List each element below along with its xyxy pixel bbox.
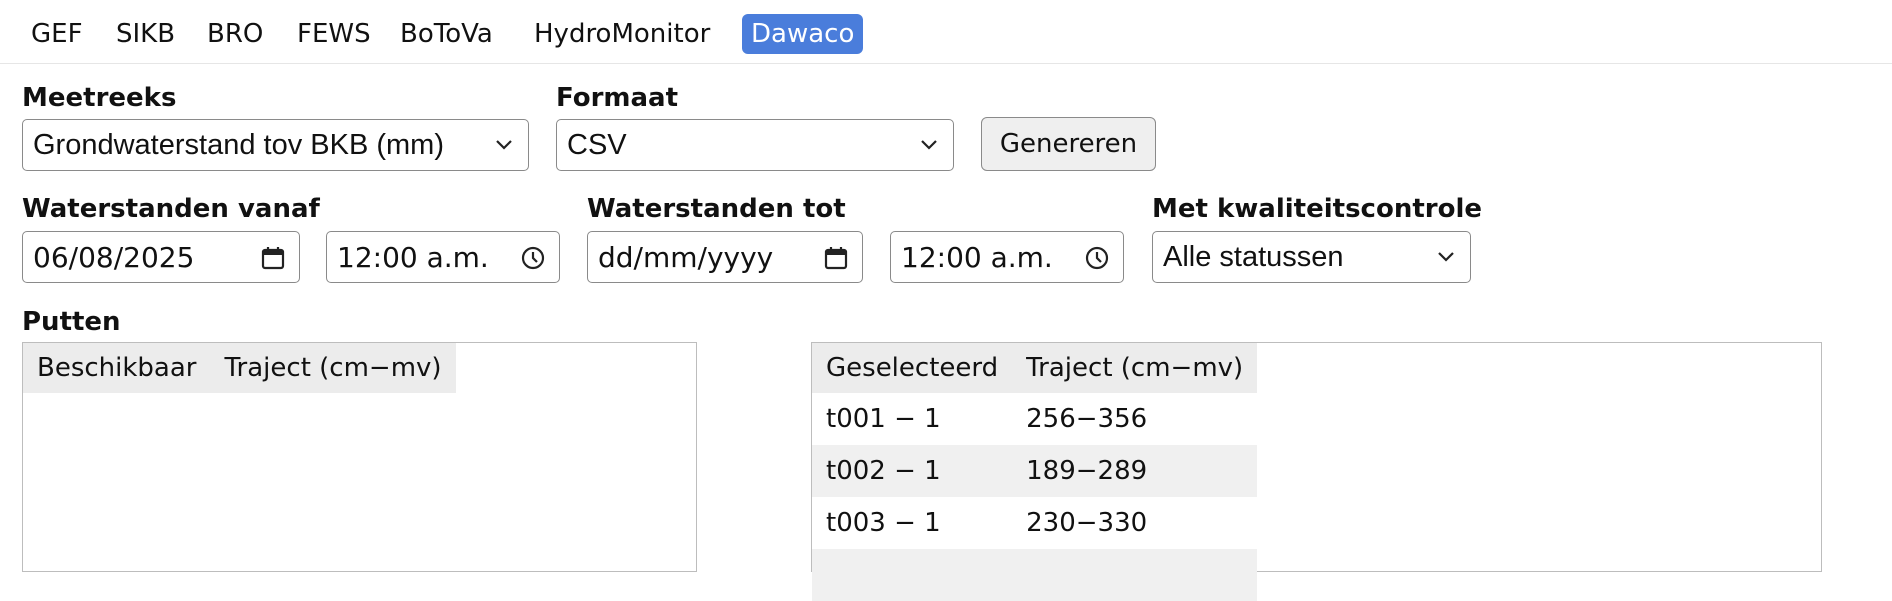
formaat-select[interactable]: CSV	[556, 119, 954, 171]
tot-label: Waterstanden tot	[587, 194, 846, 224]
formaat-label: Formaat	[556, 83, 679, 113]
selected-wells-table: Geselecteerd Traject (cm−mv) t001 − 1 25…	[812, 343, 1258, 601]
tab-bro[interactable]: BRO	[198, 14, 272, 54]
tot-date-input[interactable]: dd/mm/yyyy	[587, 231, 863, 283]
well-name	[812, 549, 1013, 601]
column-header-traject[interactable]: Traject (cm−mv)	[1012, 343, 1258, 393]
meetreeks-select[interactable]: Grondwaterstand tov BKB (mm)	[22, 119, 529, 171]
column-header-geselecteerd[interactable]: Geselecteerd	[812, 343, 1013, 393]
chevron-down-icon	[1438, 252, 1454, 262]
table-row[interactable]: t003 − 1 230−330	[812, 497, 1257, 549]
table-row[interactable]: t001 − 1 256−356	[812, 393, 1257, 445]
tab-fews[interactable]: FEWS	[288, 14, 380, 54]
table-row[interactable]	[812, 549, 1258, 601]
vanaf-time-value: 12:00 a.m.	[337, 240, 489, 274]
tab-sikb[interactable]: SIKB	[107, 14, 184, 54]
formaat-value: CSV	[567, 128, 627, 161]
kwaliteit-value: Alle statussen	[1163, 240, 1344, 273]
meetreeks-value: Grondwaterstand tov BKB (mm)	[33, 128, 444, 161]
table-header-row: Beschikbaar Traject (cm−mv)	[23, 343, 456, 393]
tab-gef[interactable]: GEF	[22, 14, 92, 54]
meetreeks-label: Meetreeks	[22, 83, 177, 113]
generate-button[interactable]: Genereren	[981, 117, 1156, 171]
table-row[interactable]: t002 − 1 189−289	[812, 445, 1258, 497]
tab-hydromonitor[interactable]: HydroMonitor	[525, 14, 719, 54]
chevron-down-icon	[921, 140, 937, 150]
putten-title: Putten	[22, 307, 121, 337]
column-header-traject[interactable]: Traject (cm−mv)	[210, 343, 456, 393]
column-header-beschikbaar[interactable]: Beschikbaar	[23, 343, 211, 393]
tab-botova[interactable]: BoToVa	[391, 14, 502, 54]
kwaliteit-label: Met kwaliteitscontrole	[1152, 194, 1482, 224]
well-traject: 230−330	[1026, 508, 1148, 538]
tot-time-value: 12:00 a.m.	[901, 240, 1053, 274]
clock-icon[interactable]	[519, 244, 547, 272]
table-header-row: Geselecteerd Traject (cm−mv)	[812, 343, 1258, 393]
clock-icon[interactable]	[1083, 244, 1111, 272]
chevron-down-icon	[496, 140, 512, 150]
well-traject: 189−289	[1012, 445, 1258, 497]
well-name: t001 − 1	[826, 404, 941, 434]
tot-date-placeholder: dd/mm/yyyy	[598, 240, 774, 274]
calendar-icon[interactable]	[822, 244, 850, 272]
well-name: t002 − 1	[812, 445, 1013, 497]
tot-time-input[interactable]: 12:00 a.m.	[890, 231, 1124, 283]
selected-wells-panel[interactable]: Geselecteerd Traject (cm−mv) t001 − 1 25…	[811, 342, 1822, 601]
tab-bar: GEF SIKB BRO FEWS BoToVa HydroMonitor Da…	[0, 0, 1892, 64]
available-wells-panel[interactable]: Beschikbaar Traject (cm−mv)	[22, 342, 697, 572]
calendar-icon[interactable]	[259, 244, 287, 272]
tab-dawaco[interactable]: Dawaco	[742, 14, 864, 54]
vanaf-label: Waterstanden vanaf	[22, 194, 320, 224]
available-wells-table: Beschikbaar Traject (cm−mv)	[23, 343, 456, 393]
vanaf-date-input[interactable]: 06/08/2025	[22, 231, 300, 283]
kwaliteit-select[interactable]: Alle statussen	[1152, 231, 1471, 283]
vanaf-time-input[interactable]: 12:00 a.m.	[326, 231, 560, 283]
well-traject: 256−356	[1026, 404, 1148, 434]
well-name: t003 − 1	[826, 508, 941, 538]
well-traject	[1012, 549, 1258, 601]
vanaf-date-value: 06/08/2025	[33, 240, 195, 274]
